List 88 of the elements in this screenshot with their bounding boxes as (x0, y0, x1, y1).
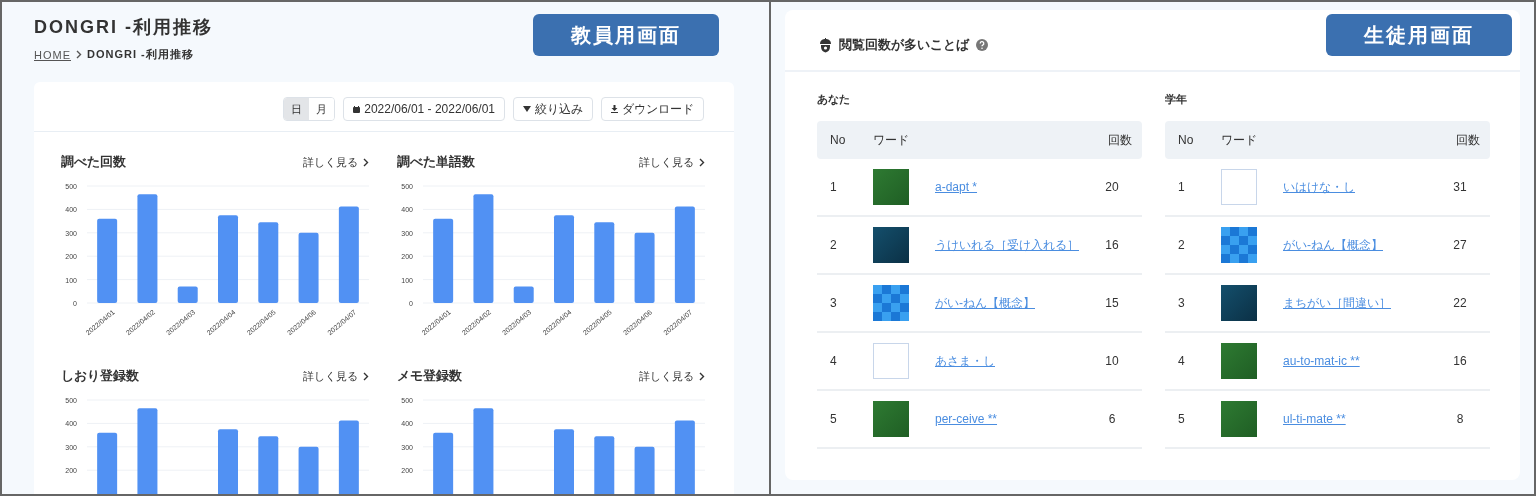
column-header: No (1177, 133, 1195, 147)
see-more-link[interactable]: 詳しく見る (639, 368, 705, 384)
column-header: 回数 (1107, 131, 1133, 149)
word-link[interactable]: がい-ねん【概念】 (935, 294, 1082, 312)
view-count: 22 (1452, 296, 1468, 310)
bar (634, 232, 655, 303)
rank-number: 1 (1177, 180, 1186, 194)
rank-number: 1 (829, 180, 838, 194)
view-count: 16 (1104, 238, 1120, 252)
filter-button[interactable]: 絞り込み (513, 97, 593, 121)
book-cover-placeholder (873, 401, 909, 437)
caret-down-icon (523, 106, 531, 112)
chevron-right-icon (363, 157, 369, 167)
view-count: 10 (1104, 354, 1120, 368)
student-screen-badge: 生徒用画面 (1326, 14, 1512, 56)
column-header: No (829, 133, 847, 147)
book-cover-placeholder (873, 169, 909, 205)
bar (177, 286, 198, 303)
view-count: 31 (1452, 180, 1468, 194)
view-count: 15 (1104, 296, 1120, 310)
date-range-button[interactable]: 2022/06/01 - 2022/06/01 (343, 97, 505, 121)
rank-number: 3 (829, 296, 838, 310)
chart-title: メモ登録数 (397, 367, 462, 385)
chart-title: 調べた単語数 (397, 153, 475, 171)
view-count: 6 (1107, 412, 1117, 426)
word-link[interactable]: au-to-mat-ic ** (1283, 354, 1430, 368)
chevron-right-icon (699, 157, 705, 167)
page-title: DONGRI -利用推移 (34, 16, 213, 38)
word-link[interactable]: いはけな・し (1283, 178, 1430, 196)
view-count: 20 (1104, 180, 1120, 194)
see-more-link[interactable]: 詳しく見る (639, 154, 705, 170)
word-link[interactable]: まちがい［間違い］ (1283, 294, 1430, 312)
rank-number: 5 (829, 412, 838, 426)
word-link[interactable]: うけいれる［受け入れる］ (935, 236, 1082, 254)
download-icon (611, 105, 618, 113)
column-header: ワード (1221, 131, 1258, 149)
book-cover-placeholder (873, 285, 909, 321)
help-icon[interactable] (976, 39, 988, 51)
rank-number: 3 (1177, 296, 1186, 310)
book-cover-placeholder (1221, 227, 1257, 263)
ranking-heading: あなた (817, 92, 851, 107)
bar (513, 286, 534, 303)
word-link[interactable]: a-dapt * (935, 180, 1082, 194)
download-button[interactable]: ダウンロード (601, 97, 704, 121)
rank-number: 2 (829, 238, 838, 252)
see-more-link[interactable]: 詳しく見る (303, 368, 369, 384)
chart-title: しおり登録数 (61, 367, 139, 385)
bar (554, 429, 574, 494)
rank-number: 2 (1177, 238, 1186, 252)
chevron-right-icon (363, 371, 369, 381)
bar (97, 432, 118, 494)
book-cover-placeholder (1221, 343, 1257, 379)
rank-number: 5 (1177, 412, 1186, 426)
column-header: 回数 (1455, 131, 1481, 149)
rank-number: 4 (1177, 354, 1186, 368)
book-cover-placeholder (1221, 285, 1257, 321)
book-cover-placeholder (873, 227, 909, 263)
view-count: 8 (1455, 412, 1465, 426)
chevron-right-icon (699, 371, 705, 381)
column-header: ワード (873, 131, 910, 149)
word-link[interactable]: あさま・し (935, 352, 1082, 370)
view-count: 16 (1452, 354, 1468, 368)
chart-title: 調べた回数 (61, 153, 126, 171)
see-more-link[interactable]: 詳しく見る (303, 154, 369, 170)
section-title: 閲覧回数が多いことば (839, 36, 969, 54)
breadcrumb-current: DONGRI -利用推移 (87, 47, 194, 62)
period-tab[interactable]: 日 (284, 98, 310, 120)
word-link[interactable]: per-ceive ** (935, 412, 1082, 426)
bar (594, 436, 615, 494)
bar (218, 429, 238, 494)
view-count: 27 (1452, 238, 1468, 252)
bar (258, 436, 279, 494)
book-cover-placeholder (1221, 169, 1257, 205)
rank-number: 4 (829, 354, 838, 368)
book-cover-placeholder (873, 343, 909, 379)
book-cover-placeholder (1221, 401, 1257, 437)
bar (433, 432, 454, 494)
breadcrumb-link[interactable]: HOME (34, 48, 71, 61)
word-link[interactable]: ul-ti-mate ** (1283, 412, 1430, 426)
bar (298, 446, 319, 494)
bar (298, 232, 319, 303)
chevron-right-icon (76, 50, 82, 59)
word-link[interactable]: がい-ねん【概念】 (1283, 236, 1430, 254)
calendar-icon (353, 105, 361, 113)
teacher-screen-badge: 教員用画面 (533, 14, 719, 56)
acorn-icon (819, 37, 832, 53)
bar (634, 446, 655, 494)
ranking-heading: 学年 (1165, 92, 1188, 107)
